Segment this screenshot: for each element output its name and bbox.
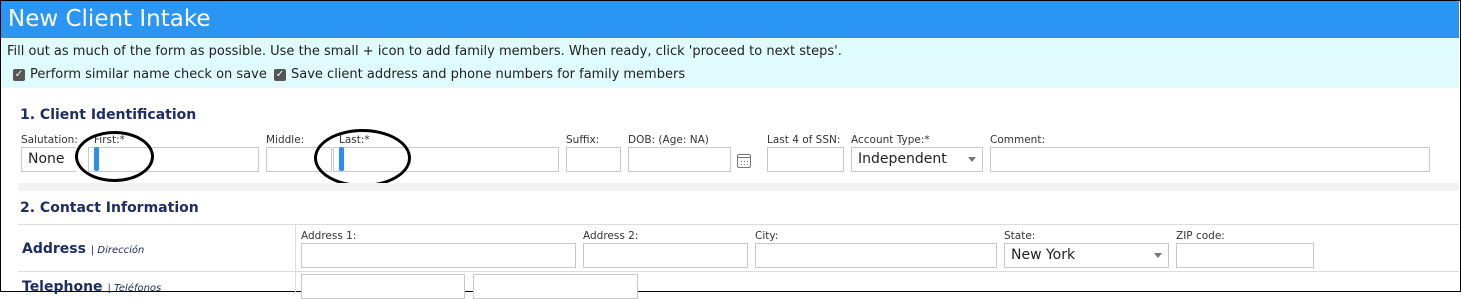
- comment-label: Comment:: [990, 134, 1045, 146]
- ssn-label: Last 4 of SSN:: [767, 134, 841, 146]
- save-family-address-checkbox[interactable]: ✓ Save client address and phone numbers …: [274, 67, 685, 82]
- address1-input[interactable]: [301, 243, 576, 268]
- table-border-top: [18, 224, 1459, 225]
- state-select[interactable]: New York: [1004, 243, 1169, 268]
- address-sublabel: | Dirección: [90, 245, 145, 256]
- state-value: New York: [1011, 247, 1076, 263]
- similar-name-check-label: Perform similar name check on save: [30, 67, 267, 82]
- telephone-input-2[interactable]: [473, 274, 638, 299]
- similar-name-check-checkbox[interactable]: ✓ Perform similar name check on save: [13, 67, 267, 82]
- city-input[interactable]: [755, 243, 997, 268]
- table-row-divider: [18, 271, 1459, 272]
- telephone-input-1[interactable]: [301, 274, 465, 299]
- account-type-value: Independent: [858, 151, 947, 167]
- instructions-text: Fill out as much of the form as possible…: [7, 44, 842, 59]
- telephone-row-label: Telephone | Teléfonos: [22, 279, 161, 295]
- account-type-select[interactable]: Independent: [851, 147, 983, 172]
- table-column-divider: [295, 224, 296, 292]
- salutation-label: Salutation:: [21, 134, 78, 146]
- suffix-input[interactable]: [566, 147, 621, 172]
- salutation-select[interactable]: None: [21, 147, 76, 172]
- city-label: City:: [755, 230, 779, 242]
- address2-input[interactable]: [583, 243, 748, 268]
- telephone-label: Telephone: [22, 279, 103, 295]
- contact-information-heading: 2. Contact Information: [20, 200, 199, 216]
- dob-label: DOB: (Age: NA): [628, 134, 709, 146]
- dropdown-caret-icon: [1154, 253, 1162, 258]
- comment-input[interactable]: [990, 147, 1430, 172]
- state-label: State:: [1004, 230, 1036, 242]
- dob-input[interactable]: [628, 147, 731, 172]
- checkmark-icon: ✓: [13, 68, 25, 81]
- telephone-sublabel: | Teléfonos: [107, 283, 162, 294]
- zip-input[interactable]: [1176, 243, 1314, 268]
- ssn-input[interactable]: [767, 147, 844, 172]
- account-type-label: Account Type:*: [851, 134, 930, 146]
- checkmark-icon: ✓: [274, 68, 286, 81]
- info-panel: Fill out as much of the form as possible…: [1, 38, 1459, 88]
- address-label: Address: [22, 241, 86, 257]
- calendar-icon[interactable]: [737, 154, 751, 168]
- annotation-circle-first: [75, 131, 154, 182]
- address-row-label: Address | Dirección: [22, 241, 144, 257]
- page-title: New Client Intake: [1, 1, 1459, 38]
- annotation-circle-last: [314, 129, 411, 187]
- suffix-label: Suffix:: [566, 134, 600, 146]
- address1-label: Address 1:: [301, 230, 357, 242]
- section-divider: [18, 183, 1459, 191]
- save-family-address-label: Save client address and phone numbers fo…: [291, 67, 686, 82]
- zip-label: ZIP code:: [1176, 230, 1225, 242]
- dropdown-caret-icon: [968, 157, 976, 162]
- address2-label: Address 2:: [583, 230, 639, 242]
- client-identification-heading: 1. Client Identification: [20, 107, 197, 123]
- middle-name-label: Middle:: [266, 134, 305, 146]
